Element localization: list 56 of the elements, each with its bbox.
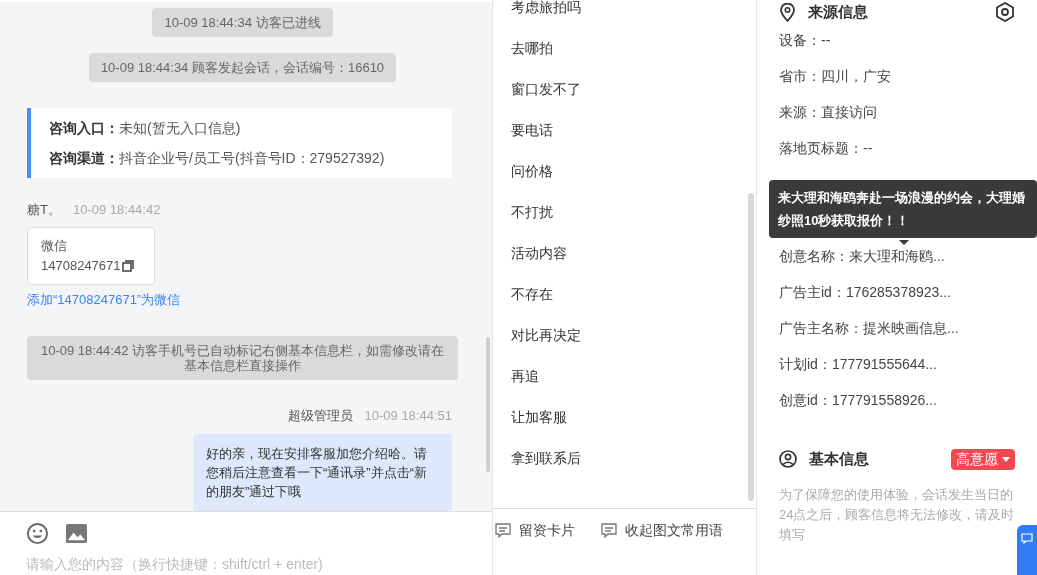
image-icon[interactable] bbox=[65, 523, 88, 544]
message-icon bbox=[601, 522, 617, 538]
message-bubble: 好的亲，现在安排客服加您介绍哈。请您稍后注意查看一下“通讯录”并点击“新的朋友”通过下哦 bbox=[193, 434, 452, 511]
toolbar-action[interactable]: 收起图文常用语 bbox=[601, 519, 723, 541]
info-row-text: 广告主名称：提米映画信息... bbox=[779, 319, 960, 338]
location-icon bbox=[779, 2, 796, 22]
wechat-number: 14708247671 bbox=[41, 257, 121, 275]
quick-reply-item[interactable]: 不存在 bbox=[511, 284, 748, 304]
settings-icon[interactable] bbox=[995, 2, 1015, 22]
quick-reply-item[interactable]: 活动内容 bbox=[511, 243, 748, 263]
info-row-text: 省市：四川，广安 bbox=[779, 67, 892, 86]
info-row-text: 落地页标题：-- bbox=[779, 139, 874, 158]
system-notice: 10-09 18:44:34 访客已进线 bbox=[152, 7, 333, 37]
info-row-text: 创意名称：来大理和海鸥... bbox=[779, 247, 946, 266]
add-wechat-link[interactable]: 添加“14708247671”为微信 bbox=[27, 290, 181, 310]
quick-reply-item[interactable]: 再追 bbox=[511, 366, 748, 386]
emoji-icon[interactable] bbox=[26, 522, 49, 545]
floating-chat-button[interactable] bbox=[1017, 525, 1037, 575]
info-row-text: 计划id：177791555644... bbox=[779, 355, 938, 374]
quick-reply-item[interactable]: 问价格 bbox=[511, 161, 748, 181]
info-row-text: 广告主id：176285378923... bbox=[779, 283, 952, 302]
user-icon bbox=[779, 450, 797, 469]
message-input[interactable]: 请输入您的内容（换行快捷键：shift/ctrl + enter) bbox=[26, 554, 466, 575]
copy-icon[interactable] bbox=[121, 260, 134, 272]
quick-reply-item[interactable]: 对比再决定 bbox=[511, 325, 748, 345]
info-label: 咨询入口： bbox=[49, 119, 119, 136]
intent-dropdown[interactable]: 高意愿 bbox=[951, 448, 1015, 470]
card-title: 微信 bbox=[41, 237, 68, 255]
info-row-text: 设备：-- bbox=[779, 31, 832, 50]
chat-icon bbox=[1021, 533, 1033, 544]
quick-reply-item[interactable]: 不打扰 bbox=[511, 202, 748, 222]
tooltip: 来大理和海鸥奔赴一场浪漫的约会，大理婚纱照10秒获取报价！！ bbox=[769, 180, 1037, 238]
toolbar-action[interactable]: 留资卡片 bbox=[495, 519, 575, 541]
quick-reply-item[interactable]: 要电话 bbox=[511, 120, 748, 140]
system-notice: 10-09 18:44:34 顾客发起会话，会话编号：16610 bbox=[88, 52, 397, 82]
info-row-text: 来源：直接访问 bbox=[779, 103, 878, 122]
quick-reply-item[interactable]: 让加客服 bbox=[511, 407, 748, 427]
message-time: 10-09 18:44:51 bbox=[364, 406, 452, 425]
info-label: 咨询渠道： bbox=[49, 149, 119, 166]
section-title: 基本信息 bbox=[809, 449, 869, 469]
message-icon bbox=[495, 522, 511, 538]
quick-reply-item[interactable]: 拿到联系后 bbox=[511, 448, 748, 468]
quick-reply-item[interactable]: 窗口发不了 bbox=[511, 79, 748, 99]
sender-name: 超级管理员 bbox=[287, 406, 353, 425]
caret-icon bbox=[1002, 456, 1010, 462]
quick-reply-item[interactable]: 考虑旅拍吗 bbox=[511, 0, 748, 17]
info-value: 抖音企业号/员工号(抖音号ID：279527392) bbox=[119, 149, 385, 166]
info-value: 未知(暂无入口信息) bbox=[119, 119, 241, 136]
quick-reply-item[interactable]: 去哪拍 bbox=[511, 38, 748, 58]
system-notice: 10-09 18:44:42 访客手机号已自动标记右侧基本信息栏，如需修改请在基本信息栏直接操作 bbox=[27, 335, 458, 380]
tooltip-arrow bbox=[899, 240, 909, 245]
sender-name: 糖T。 bbox=[27, 200, 61, 219]
section-title: 来源信息 bbox=[808, 1, 868, 22]
message-time: 10-09 18:44:42 bbox=[72, 200, 161, 219]
notice-text: 为了保障您的使用体验，会话发生当日的24点之后，顾客信息将无法修改，请及时填写 bbox=[779, 485, 1015, 544]
info-row-text: 创意id：177791558926... bbox=[779, 391, 938, 410]
